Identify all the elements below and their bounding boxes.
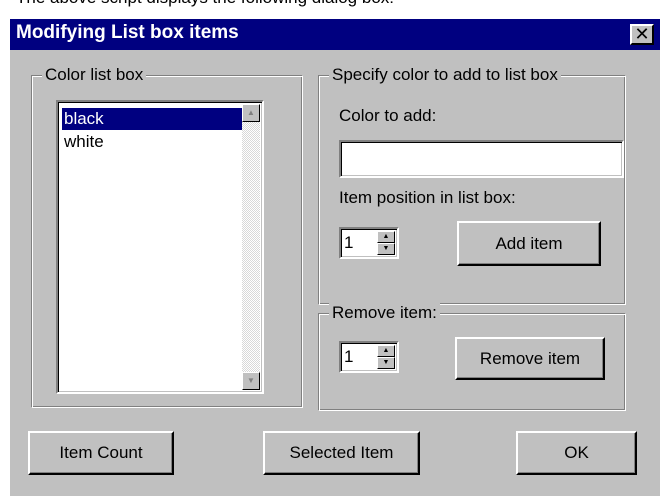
dialog-titlebar[interactable]: Modifying List box items ✕ bbox=[10, 19, 660, 50]
spin-down-arrow-icon[interactable]: ▼ bbox=[377, 357, 395, 369]
listbox-scrollbar[interactable]: ▲ ▼ bbox=[242, 104, 260, 390]
spin-down-arrow-icon[interactable]: ▼ bbox=[377, 243, 395, 255]
remove-item-group-label: Remove item: bbox=[329, 302, 440, 324]
color-to-add-label: Color to add: bbox=[339, 106, 437, 125]
remove-item-button[interactable]: Remove item bbox=[455, 337, 605, 380]
list-item-white[interactable]: white bbox=[62, 131, 104, 153]
color-to-add-input[interactable] bbox=[339, 140, 624, 178]
item-count-button[interactable]: Item Count bbox=[28, 431, 174, 475]
remove-item-group: Remove item: 1 ▲ ▼ Remove item bbox=[318, 302, 626, 411]
scroll-down-arrow-icon[interactable]: ▼ bbox=[242, 372, 260, 390]
list-item-black[interactable]: black bbox=[62, 108, 242, 130]
spin-up-arrow-icon[interactable]: ▲ bbox=[377, 231, 395, 243]
close-icon[interactable]: ✕ bbox=[630, 24, 654, 45]
remove-position-arrows: ▲ ▼ bbox=[377, 345, 395, 369]
dialog-title: Modifying List box items bbox=[16, 22, 239, 43]
scroll-up-arrow-icon[interactable]: ▲ bbox=[242, 104, 260, 122]
add-item-button[interactable]: Add item bbox=[457, 221, 601, 266]
remove-position-value: 1 bbox=[344, 347, 354, 366]
add-color-group-label: Specify color to add to list box bbox=[329, 64, 561, 86]
add-position-value: 1 bbox=[344, 233, 354, 252]
add-position-arrows: ▲ ▼ bbox=[377, 231, 395, 255]
color-list-group-label: Color list box bbox=[42, 64, 147, 86]
dialog-window: Modifying List box items ✕ Color list bo… bbox=[10, 19, 660, 496]
color-list-group: Color list box black white ▲ ▼ bbox=[31, 64, 303, 408]
color-listbox[interactable]: black white ▲ ▼ bbox=[56, 100, 264, 394]
page-caption: The above script displays the following … bbox=[16, 0, 394, 10]
add-position-spinner[interactable]: 1 ▲ ▼ bbox=[339, 227, 399, 259]
spin-up-arrow-icon[interactable]: ▲ bbox=[377, 345, 395, 357]
item-position-label: Item position in list box: bbox=[339, 188, 516, 207]
add-color-group: Specify color to add to list box Color t… bbox=[318, 64, 626, 305]
selected-item-button[interactable]: Selected Item bbox=[263, 431, 420, 475]
ok-button[interactable]: OK bbox=[516, 431, 637, 475]
remove-position-spinner[interactable]: 1 ▲ ▼ bbox=[339, 341, 399, 373]
